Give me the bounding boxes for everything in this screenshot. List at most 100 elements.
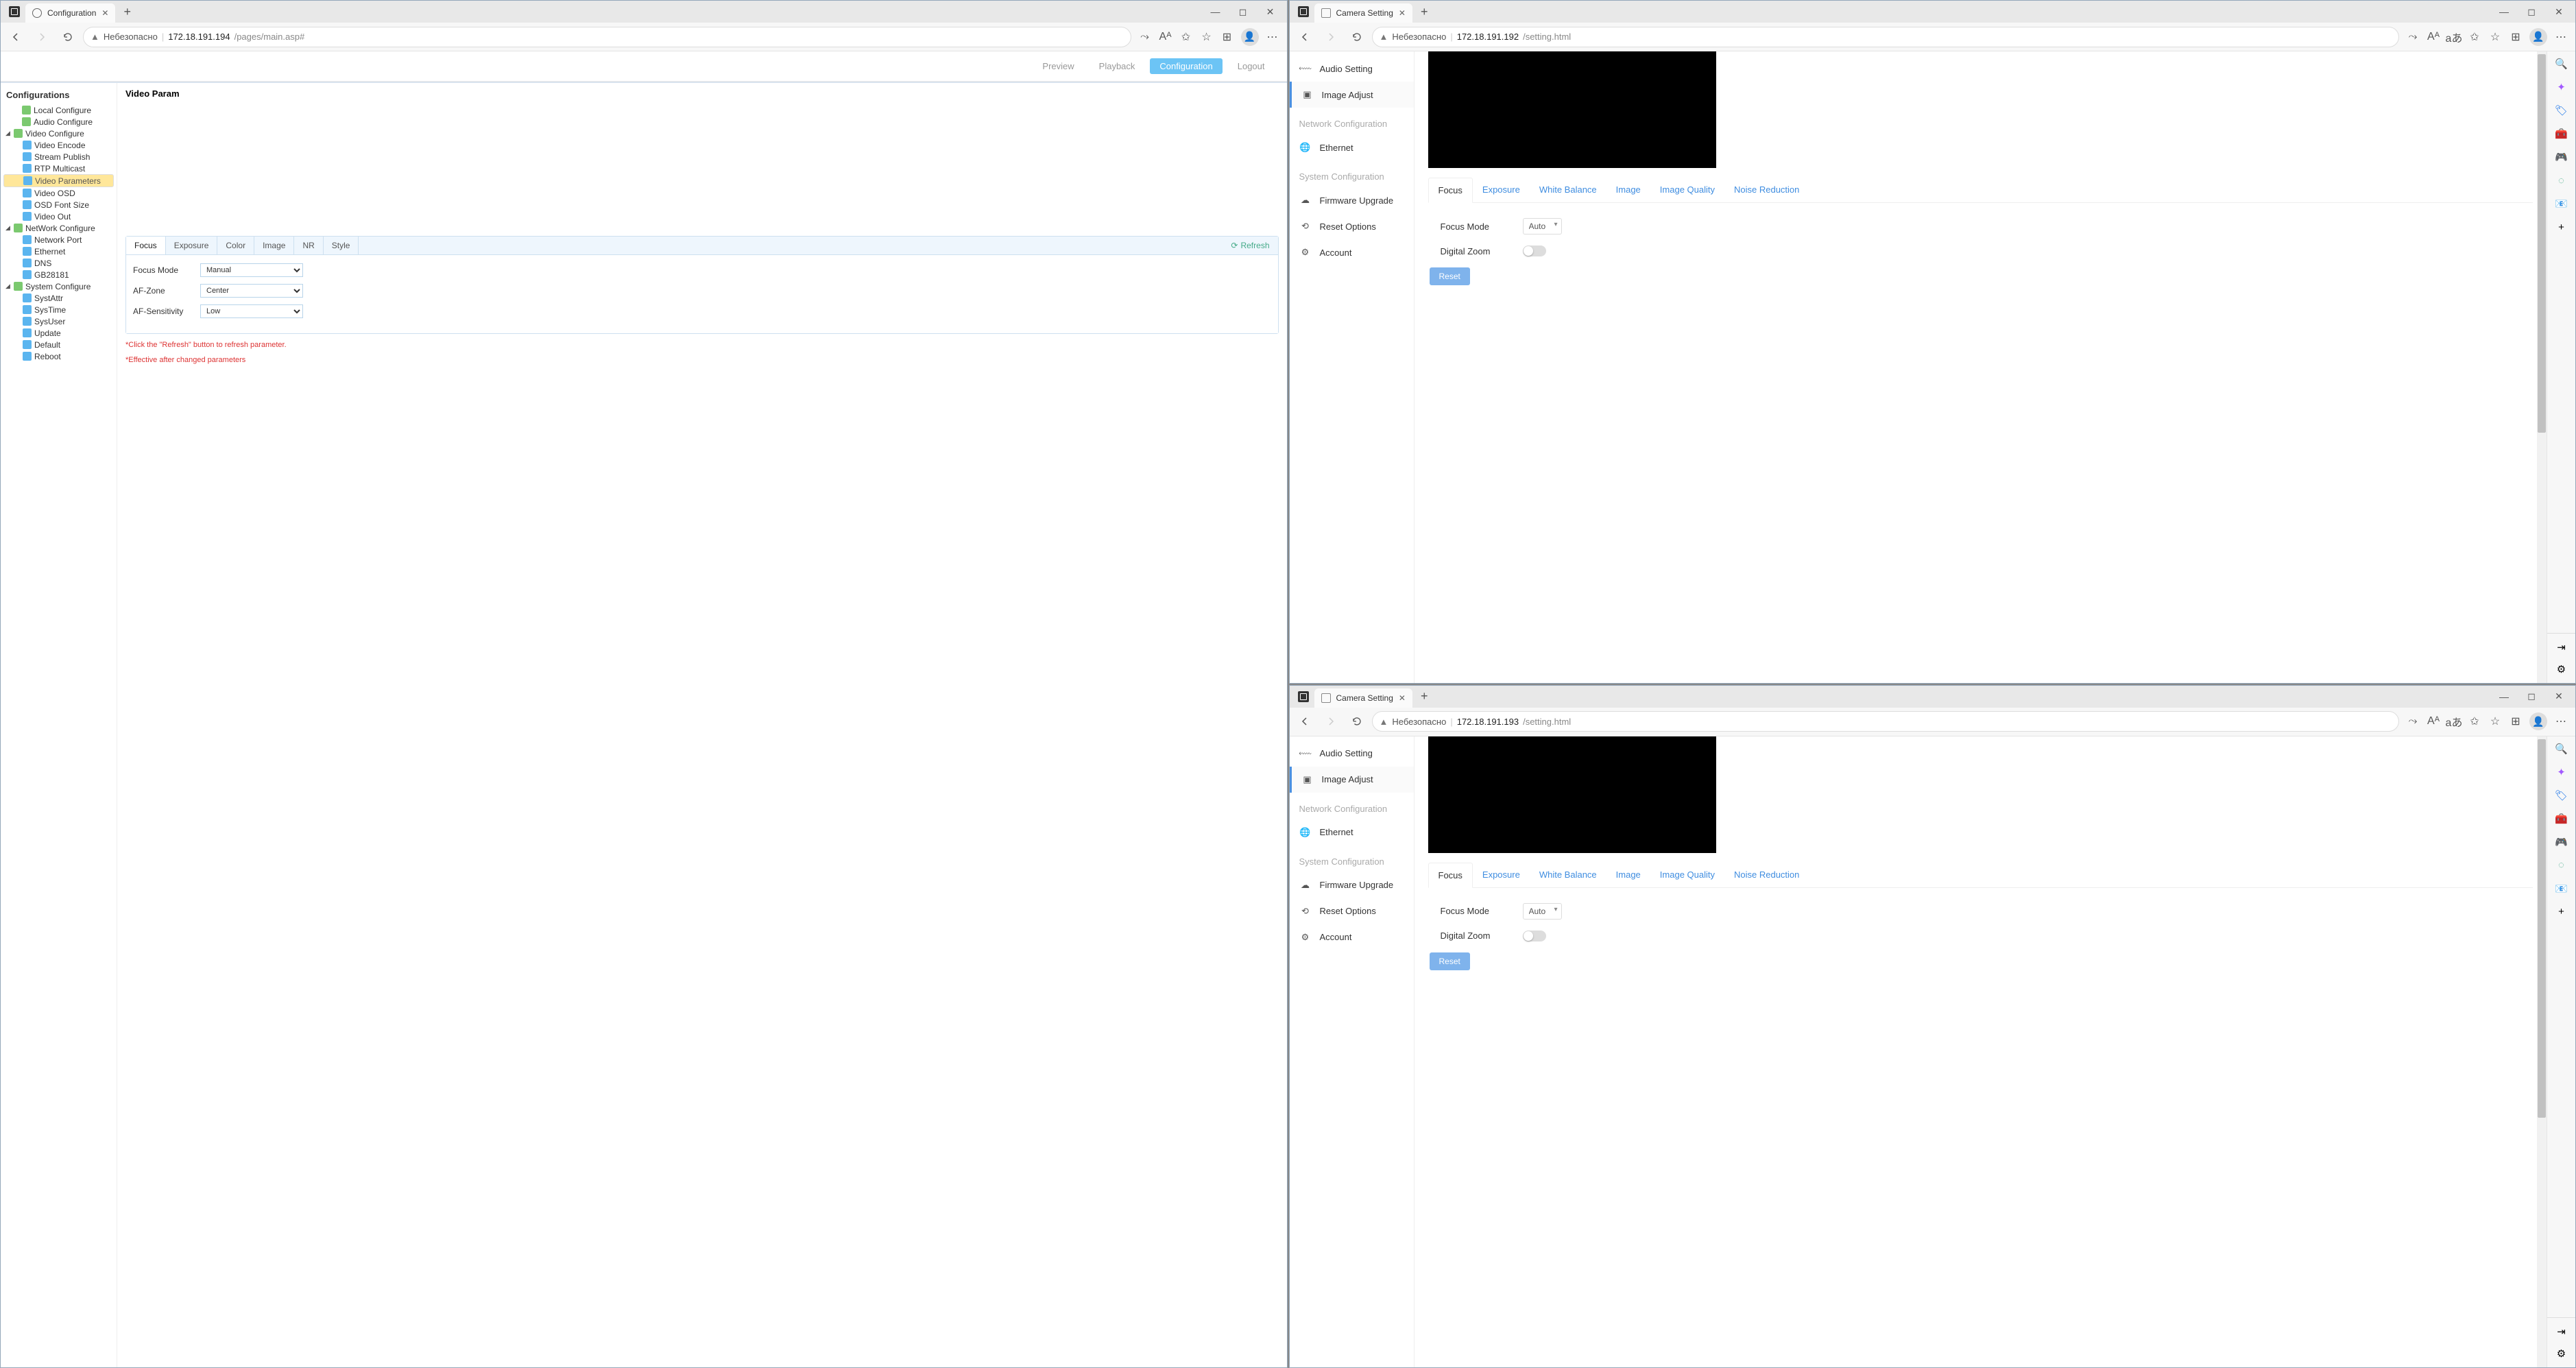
nav-account[interactable]: ⚙Account <box>1290 239 1414 265</box>
collapse-sidebar-icon[interactable]: ⇥ <box>2555 1325 2568 1339</box>
add-sidebar-icon[interactable]: + <box>2555 905 2568 919</box>
shopping-icon[interactable]: 🏷 <box>2555 104 2568 117</box>
collections-icon[interactable]: ⊞ <box>1218 26 1237 48</box>
profile-avatar[interactable]: 👤 <box>2529 28 2547 46</box>
tree-network-port[interactable]: Network Port <box>3 234 114 245</box>
new-tab-button[interactable]: + <box>115 5 139 19</box>
tree-stream-publish[interactable]: Stream Publish <box>3 151 114 163</box>
tree-default[interactable]: Default <box>3 339 114 350</box>
translate-icon[interactable]: aあ <box>2444 26 2464 48</box>
tab-actions-icon[interactable] <box>9 6 20 17</box>
translate-icon[interactable]: aあ <box>2444 710 2464 732</box>
circle-icon[interactable]: ◌ <box>2555 173 2568 187</box>
link-preview[interactable]: Preview <box>1033 58 1083 74</box>
tab-white-balance[interactable]: White Balance <box>1530 863 1606 887</box>
nav-account[interactable]: ⚙Account <box>1290 924 1414 950</box>
tools-icon[interactable]: 🧰 <box>2555 127 2568 141</box>
search-icon[interactable]: 🔍 <box>2555 57 2568 71</box>
ptab-focus[interactable]: Focus <box>126 237 166 254</box>
tab-noise-reduction[interactable]: Noise Reduction <box>1724 178 1809 202</box>
tree-systime[interactable]: SysTime <box>3 304 114 315</box>
tree-sysuser[interactable]: SysUser <box>3 315 114 327</box>
text-size-icon[interactable]: Aᴬ <box>2424 710 2443 732</box>
new-tab-button[interactable]: + <box>1412 689 1436 704</box>
window-close[interactable]: ✕ <box>2545 691 2573 702</box>
favorites-icon[interactable]: ☆ <box>1197 26 1216 48</box>
menu-button[interactable]: ⋯ <box>2551 30 2571 44</box>
nav-firmware[interactable]: ☁Firmware Upgrade <box>1290 187 1414 213</box>
games-icon[interactable]: 🎮 <box>2555 835 2568 849</box>
ptab-color[interactable]: Color <box>217 237 254 254</box>
nav-image-adjust[interactable]: ▣Image Adjust <box>1290 767 1414 793</box>
settings-sidebar-icon[interactable]: ⚙ <box>2555 1347 2568 1360</box>
tree-rtp-multicast[interactable]: RTP Multicast <box>3 163 114 174</box>
nav-refresh[interactable] <box>1346 710 1368 732</box>
favorites-add-icon[interactable]: ✩ <box>2465 710 2484 732</box>
tab-actions-icon[interactable] <box>1298 691 1309 702</box>
tab-close-icon[interactable]: ✕ <box>1399 693 1406 703</box>
tab-image[interactable]: Image <box>1606 178 1650 202</box>
refresh-button[interactable]: ⟳Refresh <box>1223 237 1277 254</box>
ptab-style[interactable]: Style <box>324 237 359 254</box>
browser-tab[interactable]: Camera Setting ✕ <box>1314 3 1412 23</box>
nav-audio-setting[interactable]: ⬳Audio Setting <box>1290 56 1414 82</box>
add-sidebar-icon[interactable]: + <box>2555 220 2568 234</box>
browser-tab[interactable]: Camera Setting ✕ <box>1314 688 1412 708</box>
window-minimize[interactable]: — <box>2490 691 2518 702</box>
copilot-icon[interactable]: ✦ <box>2555 80 2568 94</box>
tree-network[interactable]: ◢NetWork Configure <box>3 222 114 234</box>
window-minimize[interactable]: — <box>1202 6 1229 17</box>
tab-image[interactable]: Image <box>1606 863 1650 887</box>
tab-noise-reduction[interactable]: Noise Reduction <box>1724 863 1809 887</box>
tree-system[interactable]: ◢System Configure <box>3 280 114 292</box>
outlook-icon[interactable]: 📧 <box>2555 882 2568 896</box>
link-playback[interactable]: Playback <box>1090 58 1145 74</box>
tree-reboot[interactable]: Reboot <box>3 350 114 362</box>
nav-ethernet[interactable]: 🌐Ethernet <box>1290 134 1414 160</box>
tree-sysattr[interactable]: SystAttr <box>3 292 114 304</box>
link-configuration[interactable]: Configuration <box>1150 58 1222 74</box>
profile-avatar[interactable]: 👤 <box>2529 712 2547 730</box>
nav-reset[interactable]: ⟲Reset Options <box>1290 898 1414 924</box>
tree-video-osd[interactable]: Video OSD <box>3 187 114 199</box>
menu-button[interactable]: ⋯ <box>1263 30 1283 44</box>
tree-update[interactable]: Update <box>3 327 114 339</box>
profile-avatar[interactable]: 👤 <box>1241 28 1259 46</box>
tree-video-out[interactable]: Video Out <box>3 211 114 222</box>
copilot-icon[interactable]: ✦ <box>2555 765 2568 779</box>
window-close[interactable]: ✕ <box>1257 6 1284 18</box>
scrollbar[interactable] <box>2537 736 2547 1368</box>
nav-audio-setting[interactable]: ⬳Audio Setting <box>1290 741 1414 767</box>
tab-image-quality[interactable]: Image Quality <box>1650 863 1724 887</box>
window-maximize[interactable]: ◻ <box>2518 691 2545 702</box>
tree-dns[interactable]: DNS <box>3 257 114 269</box>
circle-icon[interactable]: ◌ <box>2555 859 2568 872</box>
tree-local[interactable]: Local Configure <box>3 104 114 116</box>
nav-back[interactable] <box>5 26 27 48</box>
favorites-add-icon[interactable]: ✩ <box>1177 26 1196 48</box>
focus-mode-select[interactable]: Manual <box>200 263 303 277</box>
tab-focus[interactable]: Focus <box>1428 863 1473 888</box>
tab-image-quality[interactable]: Image Quality <box>1650 178 1724 202</box>
collapse-sidebar-icon[interactable]: ⇥ <box>2555 640 2568 654</box>
favorites-icon[interactable]: ☆ <box>2485 710 2505 732</box>
tree-audio[interactable]: Audio Configure <box>3 116 114 128</box>
favorites-add-icon[interactable]: ✩ <box>2465 26 2484 48</box>
tab-focus[interactable]: Focus <box>1428 178 1473 203</box>
nav-refresh[interactable] <box>57 26 79 48</box>
tree-osd-font[interactable]: OSD Font Size <box>3 199 114 211</box>
af-sens-select[interactable]: Low <box>200 304 303 318</box>
tab-exposure[interactable]: Exposure <box>1473 863 1530 887</box>
text-size-icon[interactable]: Aᴬ <box>2424 26 2443 48</box>
favorites-icon[interactable]: ☆ <box>2485 26 2505 48</box>
focus-mode-select[interactable]: Auto <box>1523 218 1562 235</box>
tab-close-icon[interactable]: ✕ <box>1399 8 1406 18</box>
games-icon[interactable]: 🎮 <box>2555 150 2568 164</box>
tree-video-encode[interactable]: Video Encode <box>3 139 114 151</box>
digital-zoom-toggle[interactable] <box>1523 245 1546 256</box>
new-tab-button[interactable]: + <box>1412 5 1436 19</box>
tree-video-parameters[interactable]: Video Parameters <box>3 174 114 187</box>
menu-button[interactable]: ⋯ <box>2551 715 2571 728</box>
nav-firmware[interactable]: ☁Firmware Upgrade <box>1290 872 1414 898</box>
url-input[interactable]: ▲ Небезопасно | 172.18.191.194/pages/mai… <box>83 27 1131 47</box>
